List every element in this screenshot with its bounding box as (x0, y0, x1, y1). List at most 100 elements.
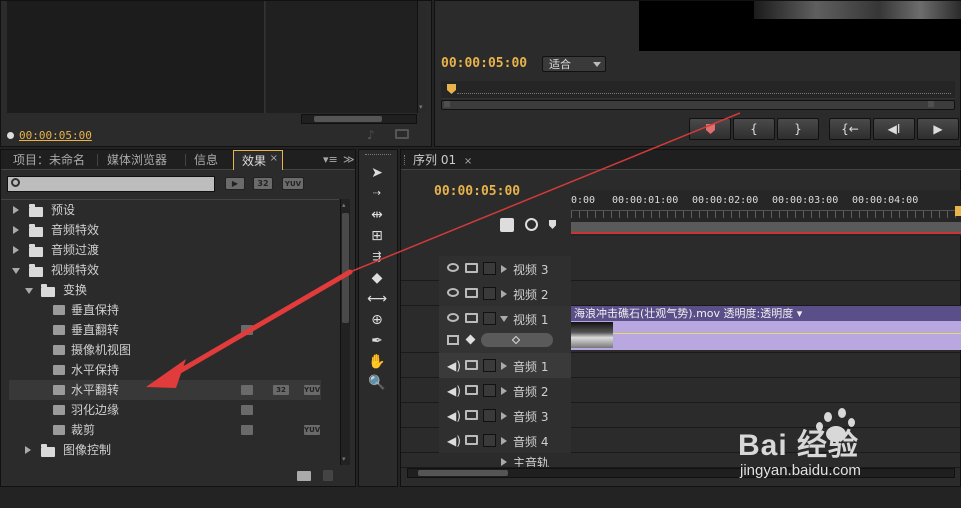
source-scrollbar-vertical[interactable]: ▾ (417, 1, 426, 113)
razor-tool-icon[interactable]: ◆ (367, 269, 387, 287)
tree-item-audio-effects[interactable]: 音频特效 (9, 220, 321, 240)
program-zoom-scrollbar[interactable]: ||| ||| (441, 100, 955, 110)
expand-icon[interactable] (13, 206, 19, 214)
playhead-icon[interactable] (955, 206, 961, 216)
expand-icon[interactable] (13, 246, 19, 254)
tree-item-audio-transitions[interactable]: 音频过渡 (9, 240, 321, 260)
program-playhead-icon[interactable] (447, 84, 456, 94)
close-icon[interactable]: × (270, 153, 278, 164)
ripple-edit-tool-icon[interactable]: ⇹ (367, 206, 387, 224)
tree-item-image-control[interactable]: 图像控制 (9, 440, 321, 460)
tree-item-camera-view[interactable]: 摄像机视图 (9, 340, 321, 360)
program-time-ruler[interactable] (441, 81, 955, 99)
tab-project[interactable]: 项目：未命名 (7, 150, 91, 170)
sequence-markers-icon[interactable] (525, 218, 538, 231)
rolling-edit-tool-icon[interactable]: ⊞ (367, 227, 387, 245)
tree-item-vertical-flip[interactable]: 垂直翻转 (9, 320, 321, 340)
eye-icon[interactable] (447, 288, 459, 297)
panel-more-icon[interactable]: ≫ (343, 153, 355, 166)
sync-lock-icon[interactable] (465, 410, 478, 420)
eye-icon[interactable] (447, 313, 459, 322)
expand-icon[interactable] (25, 446, 31, 454)
program-timecode[interactable]: 00:00:05:00 (441, 56, 527, 71)
tree-item-transform[interactable]: 变换 (9, 280, 321, 300)
tree-item-horizontal-hold[interactable]: 水平保持 (9, 360, 321, 380)
panel-grip-icon[interactable] (404, 155, 407, 165)
lock-box[interactable] (483, 287, 496, 300)
selection-tool-icon[interactable]: ➤ (367, 164, 387, 182)
new-bin-icon[interactable] (297, 471, 311, 481)
keyframe-diamond-icon[interactable] (511, 335, 521, 345)
tree-item-feather-edges[interactable]: 羽化边缘 (9, 400, 321, 420)
add-marker-button[interactable] (689, 118, 731, 140)
slide-tool-icon[interactable]: ⊕ (367, 311, 387, 329)
tab-info[interactable]: 信息 (188, 150, 224, 170)
collapse-icon[interactable] (25, 288, 33, 294)
expand-icon[interactable] (13, 226, 19, 234)
sync-lock-icon[interactable] (465, 313, 478, 323)
source-timecode[interactable]: 00:00:05:00 (19, 129, 92, 142)
keyframe-nav[interactable] (481, 333, 553, 347)
fit-select[interactable]: 适合 (542, 56, 606, 72)
go-to-in-button[interactable]: {← (829, 118, 871, 140)
eye-icon[interactable] (447, 263, 459, 272)
tab-media-browser[interactable]: 媒体浏览器 (101, 150, 173, 170)
step-back-button[interactable]: ◀I (873, 118, 915, 140)
timeline-ruler[interactable]: 0:00 00:00:01:00 00:00:02:00 00:00:03:00… (571, 190, 961, 236)
source-scrollbar-horizontal[interactable] (301, 114, 417, 124)
collapse-track-icon[interactable] (500, 316, 508, 322)
sync-lock-icon[interactable] (465, 435, 478, 445)
effects-tree-scrollbar[interactable]: ▴ ▾ (340, 199, 350, 465)
tree-item-horizontal-flip[interactable]: 水平翻转 32 YUV (9, 380, 321, 400)
timeline-timecode[interactable]: 00:00:05:00 (434, 184, 520, 199)
lock-box[interactable] (483, 359, 496, 372)
delete-icon[interactable] (323, 470, 333, 481)
work-area-bar[interactable] (571, 222, 961, 234)
display-style-icon[interactable] (447, 335, 459, 345)
collapse-icon[interactable] (12, 268, 20, 274)
add-marker-icon[interactable] (549, 220, 556, 229)
tree-item-crop[interactable]: 裁剪 YUV (9, 420, 321, 440)
export-frame-icon[interactable] (395, 129, 409, 139)
track-select-tool-icon[interactable]: ⇢ (367, 185, 387, 203)
expand-track-icon[interactable] (501, 412, 507, 420)
audio-output-icon[interactable]: ♪ (367, 128, 375, 142)
sync-lock-icon[interactable] (465, 385, 478, 395)
tab-sequence-01[interactable]: 序列 01 × (409, 150, 476, 170)
sync-lock-icon[interactable] (465, 288, 478, 298)
accelerated-filter-icon[interactable]: ▶ (225, 177, 245, 190)
expand-track-icon[interactable] (501, 458, 507, 466)
tree-item-presets[interactable]: 预设 (9, 200, 321, 220)
tab-effects-active[interactable]: 效果 × (233, 150, 283, 170)
sync-lock-icon[interactable] (465, 360, 478, 370)
expand-track-icon[interactable] (501, 387, 507, 395)
expand-track-icon[interactable] (501, 437, 507, 445)
effects-search-input[interactable] (7, 176, 215, 192)
panel-menu-icon[interactable]: ▾≡ (323, 153, 338, 166)
lock-box[interactable] (483, 262, 496, 275)
lock-box[interactable] (483, 384, 496, 397)
yuv-filter-button[interactable]: YUV (282, 177, 304, 190)
tree-item-vertical-hold[interactable]: 垂直保持 (9, 300, 321, 320)
lock-box[interactable] (483, 434, 496, 447)
tree-item-video-effects[interactable]: 视频特效 (9, 260, 321, 280)
snap-icon[interactable] (500, 218, 514, 232)
close-icon[interactable]: × (464, 156, 472, 167)
expand-track-icon[interactable] (501, 265, 507, 273)
speaker-icon[interactable]: ◀) (447, 359, 461, 373)
rate-stretch-tool-icon[interactable]: ⇶ (367, 248, 387, 266)
32bit-filter-button[interactable]: 32 (253, 177, 273, 190)
speaker-icon[interactable]: ◀) (447, 384, 461, 398)
speaker-icon[interactable]: ◀) (447, 409, 461, 423)
zoom-tool-icon[interactable]: 🔍 (367, 374, 387, 392)
slip-tool-icon[interactable]: ⟷ (367, 290, 387, 308)
pen-tool-icon[interactable]: ✒ (367, 332, 387, 350)
play-button[interactable]: ▶ (917, 118, 959, 140)
mark-in-button[interactable]: { (733, 118, 775, 140)
sync-lock-icon[interactable] (465, 263, 478, 273)
speaker-icon[interactable]: ◀) (447, 434, 461, 448)
lock-box[interactable] (483, 312, 496, 325)
video-clip[interactable]: 海浪冲击礁石(壮观气势).mov 透明度:透明度 ▾ (571, 306, 961, 350)
expand-track-icon[interactable] (501, 290, 507, 298)
hand-tool-icon[interactable]: ✋ (367, 353, 387, 371)
